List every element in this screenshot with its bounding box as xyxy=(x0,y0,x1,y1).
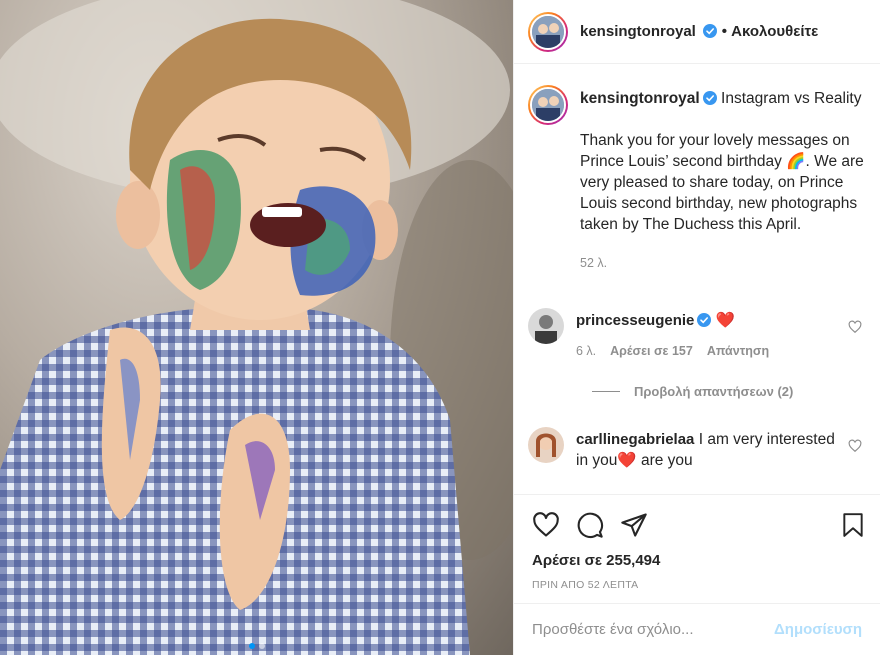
view-replies-label: Προβολή απαντήσεων (2) xyxy=(634,384,794,399)
avatar-image xyxy=(528,427,564,463)
commenter-username[interactable]: carllinegabrielaa xyxy=(576,431,694,448)
caption-avatar[interactable] xyxy=(528,85,568,125)
verified-badge-icon xyxy=(702,91,717,105)
view-replies-button[interactable]: Προβολή απαντήσεων (2) xyxy=(592,384,864,399)
share-icon[interactable] xyxy=(620,511,648,539)
comment-item: princesseugenie ❤️ 6 λ. Αρέσει σε 157 Απ… xyxy=(528,308,864,362)
comments-list[interactable]: kensingtonroyal Instagram vs Reality Tha… xyxy=(514,65,880,494)
carousel-dots xyxy=(0,643,513,649)
caption-text: Thank you for your lovely messages on Pr… xyxy=(580,132,864,233)
heart-icon[interactable] xyxy=(532,511,560,539)
likes-count[interactable]: Αρέσει σε 255,494 xyxy=(514,539,880,569)
commenter-avatar[interactable] xyxy=(528,308,564,344)
avatar-image xyxy=(532,15,564,48)
author-username[interactable]: kensingtonroyal xyxy=(580,23,696,40)
caption-time[interactable]: 52 λ. xyxy=(580,253,864,274)
comment-time[interactable]: 6 λ. xyxy=(576,341,596,362)
comment-icon[interactable] xyxy=(576,511,604,539)
add-comment-bar: Δημοσίευση xyxy=(514,603,880,655)
post-photo[interactable] xyxy=(0,0,513,655)
comment-item: carllinegabrielaa I am very interested i… xyxy=(528,427,864,471)
post-timestamp[interactable]: ΠΡΙΝ ΑΠΟ 52 ΛΕΠΤΑ xyxy=(514,569,880,591)
caption-username[interactable]: kensingtonroyal xyxy=(580,90,700,107)
reply-button[interactable]: Απάντηση xyxy=(707,341,769,362)
avatar-image xyxy=(532,89,564,121)
comment-input[interactable] xyxy=(532,621,774,638)
post-header: kensingtonroyal • Ακολουθείτε xyxy=(514,0,880,64)
replies-line xyxy=(592,391,620,392)
post-actions: Αρέσει σε 255,494 ΠΡΙΝ ΑΠΟ 52 ΛΕΠΤΑ Δημο… xyxy=(514,494,880,655)
verified-badge-icon xyxy=(703,23,718,38)
avatar-image xyxy=(528,308,564,344)
photo-illustration xyxy=(0,0,513,655)
post-caption: kensingtonroyal Instagram vs Reality Tha… xyxy=(528,85,864,274)
follow-status-button[interactable]: • Ακολουθείτε xyxy=(722,23,819,40)
carousel-dot[interactable] xyxy=(258,643,265,649)
like-comment-heart-icon[interactable] xyxy=(848,320,862,334)
comment-text: ❤️ xyxy=(715,312,736,329)
bookmark-icon[interactable] xyxy=(840,511,866,539)
verified-badge-icon xyxy=(697,313,712,327)
commenter-avatar[interactable] xyxy=(528,427,564,463)
like-comment-heart-icon[interactable] xyxy=(848,439,862,453)
post-comment-button[interactable]: Δημοσίευση xyxy=(774,621,862,638)
commenter-username[interactable]: princesseugenie xyxy=(576,312,694,329)
comment-likes[interactable]: Αρέσει σε 157 xyxy=(610,341,693,362)
author-avatar[interactable] xyxy=(528,11,568,52)
post-panel: kensingtonroyal • Ακολουθείτε kensington… xyxy=(513,0,880,655)
carousel-dot[interactable] xyxy=(248,643,255,649)
caption-title: Instagram vs Reality xyxy=(721,90,862,107)
